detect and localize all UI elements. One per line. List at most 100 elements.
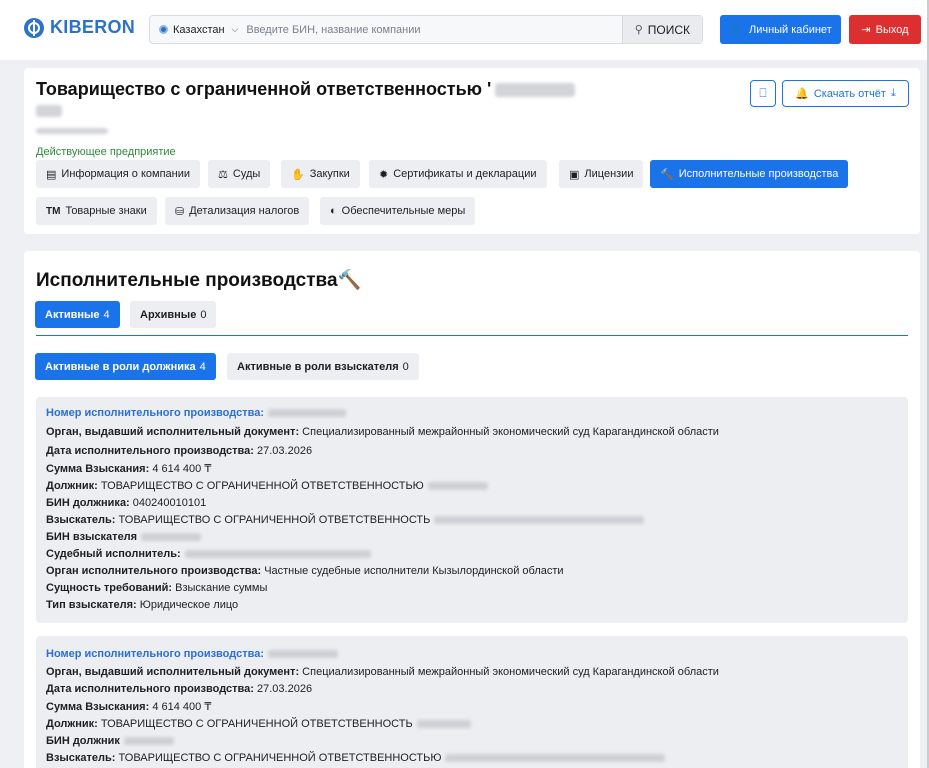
tab-role-debtor-count: 4 [199,360,206,373]
redacted-value [268,650,338,659]
tab-label: Информация о компании [61,168,191,180]
tab-archived[interactable]: Архивные 0 [130,301,217,328]
redacted-value [427,482,488,491]
redacted-value [416,720,471,729]
tab-tax-details[interactable]: ⛁ Детализация налогов [165,197,310,225]
download-icon: ⤓ [890,87,896,99]
tab-role-debtor[interactable]: Активные в роли должника 4 [35,353,216,380]
record-debtor-bin: БИН должник [46,735,174,747]
tab-active[interactable]: Активные 4 [35,301,120,328]
field-value: Юридическое лицо [139,599,239,611]
field-label: Орган исполнительного производства: [46,565,262,577]
tab-certificates[interactable]: ✹ Сертификаты и декларации [369,160,547,188]
field-label: Взыскатель: [46,514,116,526]
tab-role-claimant[interactable]: Активные в роли взыскателя 0 [227,353,419,380]
tab-label: Суды [232,168,261,180]
bookmark-button[interactable]: ⎕ [750,80,776,107]
tab-company-info[interactable]: ▤ Информация о компании [36,160,201,188]
search-button[interactable]: ⚲ ПОИСК [621,16,702,43]
record-date: Дата исполнительного производства: 27.03… [46,683,312,695]
field-label: Должник: [46,480,98,492]
personal-cabinet-label: Личный кабинет [748,23,832,36]
download-report-button[interactable]: 🔔 Скачать отчёт ⤓ [782,80,909,107]
logout-icon: ⇥ [861,24,871,36]
field-label: Взыскатель: [46,752,116,764]
record-exec-organ: Орган исполнительного производства: Част… [46,565,564,577]
record-claimant-type: Тип взыскателя: Юридическое лицо [46,599,238,611]
company-title: Товарищество с ограниченной ответственно… [36,79,576,100]
company-card: Товарищество с ограниченной ответственно… [24,68,920,234]
tab-role-debtor-label: Активные в роли должника [45,360,196,373]
tab-active-label: Активные [45,308,100,321]
logout-label: Выход [875,23,909,36]
record-sum: Сумма Взыскания: 4 614 400 ₸ [46,700,211,713]
document-icon: ▤ [46,168,57,181]
search-icon: ⚲ [634,24,643,36]
redacted-name [495,83,576,98]
field-label: Должник: [46,718,98,730]
redacted-value [184,550,371,559]
field-label: БИН взыскателя [46,531,138,543]
record-number[interactable]: Номер исполнительного производства: [46,648,338,660]
field-label: Сущность требований: [46,582,173,594]
record-debtor: Должник: ТОВАРИЩЕСТВО С ОГРАНИЧЕННОЙ ОТВ… [46,480,488,492]
field-label: Орган, выдавший исполнительный документ: [46,426,300,438]
certificate-icon: ✹ [379,168,389,181]
search-input[interactable] [246,23,607,36]
field-label: Дата исполнительного производства: [46,683,254,695]
logo[interactable]: KIBERON [24,17,135,38]
field-label: Судебный исполнитель: [46,548,181,560]
tab-active-count: 4 [103,308,110,321]
redacted-value [434,516,645,525]
tab-security-measures[interactable]: ◐ Обеспечительные меры [320,197,476,225]
record-claimant: Взыскатель: ТОВАРИЩЕСТВО С ОГРАНИЧЕННОЙ … [46,752,666,764]
field-value: ТОВАРИЩЕСТВО С ОГРАНИЧЕННОЙ ОТВЕТСТВЕННО… [100,718,413,730]
field-value: ТОВАРИЩЕСТВО С ОГРАНИЧЕННОЙ ОТВЕТСТВЕННО… [100,480,424,492]
tab-procurement[interactable]: ✋ Закупки [281,160,360,188]
tab-archived-label: Архивные [140,308,197,321]
tab-label: Детализация налогов [189,205,300,217]
field-value: Взыскание суммы [175,582,268,594]
field-value: 4 614 400 ₸ [152,463,212,475]
bell-icon: 🔔 [795,88,809,100]
tab-licenses[interactable]: ▣ Лицензии [559,160,644,188]
search-bar: Казахстан ⌵ ⚲ ПОИСК [149,15,703,44]
user-icon: 👤 [729,24,743,36]
company-status: Действующее предприятие [36,146,176,158]
country-select[interactable]: Казахстан ⌵ [150,24,238,36]
record-sum: Сумма Взыскания: 4 614 400 ₸ [46,462,211,475]
record-debtor: Должник: ТОВАРИЩЕСТВО С ОГРАНИЧЕННОЙ ОТВ… [46,718,471,730]
logout-button[interactable]: ⇥ Выход [849,15,921,44]
tab-courts[interactable]: ⚖ Суды [208,160,271,188]
record-essence: Сущность требований: Взыскание суммы [46,582,267,594]
field-label: Орган, выдавший исполнительный документ: [46,666,300,678]
record-number[interactable]: Номер исполнительного производства: [46,407,346,419]
handshake-icon: ✋ [291,168,305,181]
tab-archived-count: 0 [200,308,207,321]
field-value: 27.03.2026 [257,445,313,457]
gavel-icon: 🔨 [660,168,674,181]
redacted-value [123,737,174,746]
tab-role-claimant-count: 0 [402,360,409,373]
record-bailiff: Судебный исполнитель: [46,548,371,560]
tab-label: Обеспечительные меры [341,205,466,217]
field-value: 4 614 400 ₸ [152,701,212,713]
logo-globe-icon [24,17,44,38]
tab-enforcement[interactable]: 🔨 Исполнительные производства [650,160,849,188]
tab-trademarks[interactable]: TM Товарные знаки [36,197,157,225]
tab-label: Закупки [309,168,350,180]
record-claimant: Взыскатель: ТОВАРИЩЕСТВО С ОГРАНИЧЕННОЙ … [46,514,645,526]
chevron-down-icon: ⌵ [231,24,239,34]
field-value: 27.03.2026 [257,683,313,695]
section-title: Исполнительные производства🔨 [36,268,361,292]
redacted-name-cont [36,105,62,117]
field-label: Сумма Взыскания: [46,701,150,713]
field-label: БИН должник [46,735,120,747]
redacted-value [268,409,346,418]
tab-label: Сертификаты и декларации [393,168,537,180]
personal-cabinet-button[interactable]: 👤 Личный кабинет [720,15,841,44]
field-label: Номер исполнительного производства: [46,407,264,419]
proceeding-record: Номер исполнительного производства: Орга… [36,397,908,623]
field-label: Номер исполнительного производства: [46,648,264,660]
field-label: Дата исполнительного производства: [46,445,254,457]
